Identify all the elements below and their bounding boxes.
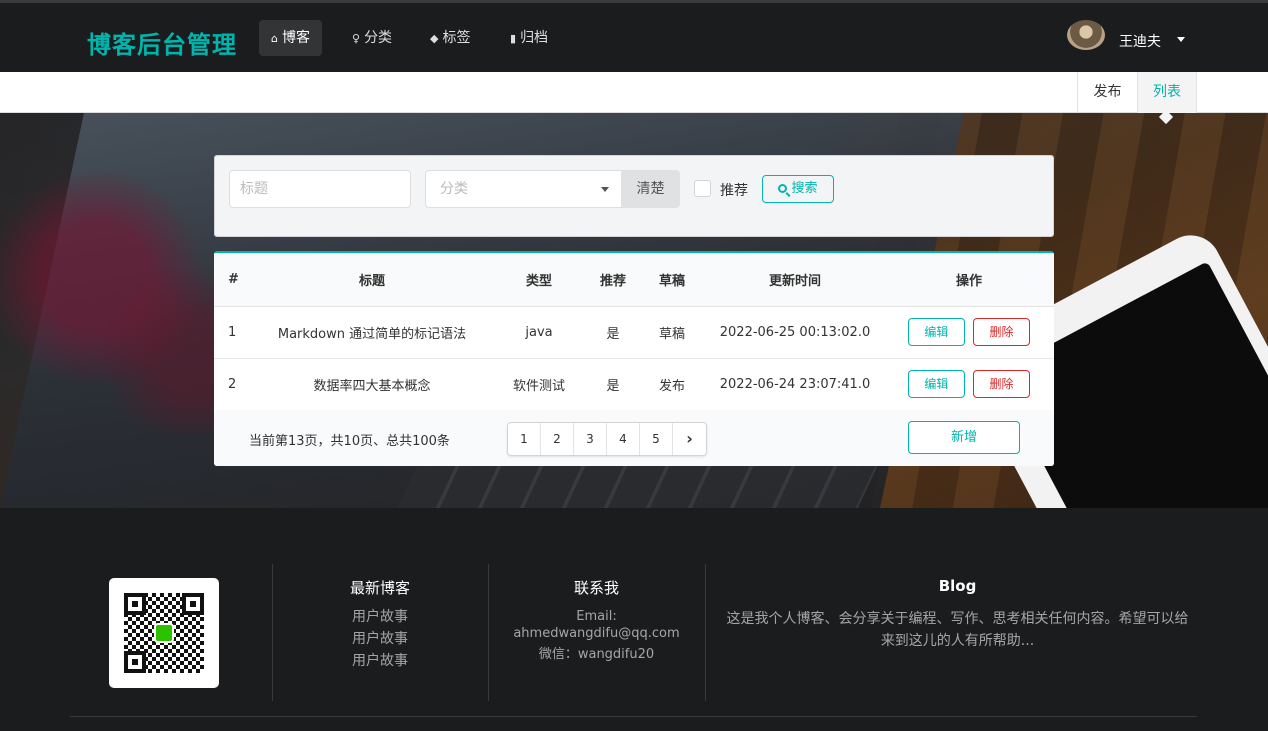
nav-item-tags[interactable]: ◆ 标签 xyxy=(418,20,482,56)
page-5-button[interactable]: 5 xyxy=(640,423,673,455)
cell-title: 数据率四大基本概念 xyxy=(254,358,490,411)
cell-recommend: 是 xyxy=(588,358,638,411)
latest-blog-item[interactable]: 用户故事 xyxy=(272,628,488,650)
dropdown-icon xyxy=(601,187,609,192)
add-blog-button[interactable]: 新增 xyxy=(908,421,1020,454)
idea-icon: ♀ xyxy=(352,32,361,45)
caret-down-icon xyxy=(1177,37,1185,42)
wechat-logo-icon xyxy=(154,623,174,643)
nav-item-archive[interactable]: ▮ 归档 xyxy=(498,20,560,56)
home-icon: ⌂ xyxy=(271,32,278,45)
nav-item-blog[interactable]: ⌂ 博客 xyxy=(259,20,322,56)
page-2-button[interactable]: 2 xyxy=(541,423,574,455)
user-name: 王迪夫 xyxy=(1119,34,1161,50)
col-header-title: 标题 xyxy=(254,253,490,307)
blog-heading: Blog xyxy=(938,577,977,595)
cell-actions: 编辑 删除 xyxy=(884,358,1054,411)
page-4-button[interactable]: 4 xyxy=(607,423,640,455)
cell-index: 2 xyxy=(214,358,254,411)
qr-finder xyxy=(182,593,204,615)
wechat-qr-code xyxy=(109,578,219,688)
delete-button[interactable]: 删除 xyxy=(973,370,1031,398)
col-header-recommend: 推荐 xyxy=(588,253,638,307)
page-3-button[interactable]: 3 xyxy=(574,423,607,455)
clear-button[interactable]: 清楚 xyxy=(621,170,680,208)
category-select[interactable]: 分类 xyxy=(425,170,621,208)
cell-draft: 发布 xyxy=(638,358,706,411)
latest-blog-item[interactable]: 用户故事 xyxy=(272,606,488,628)
latest-blog-heading: 最新博客 xyxy=(349,579,410,597)
search-button[interactable]: 搜索 xyxy=(762,175,834,203)
delete-button[interactable]: 删除 xyxy=(973,318,1031,346)
table-footer: 当前第13页，共10页、总共100条 1 2 3 4 5 › 新增 xyxy=(214,410,1054,466)
latest-blog-item[interactable]: 用户故事 xyxy=(272,650,488,672)
sub-menu: 发布 列表 xyxy=(0,72,1268,113)
edit-button[interactable]: 编辑 xyxy=(907,370,965,398)
file-icon: ▮ xyxy=(510,32,517,45)
col-header-draft: 草稿 xyxy=(638,253,706,307)
page-footer: 最新博客 用户故事 用户故事 用户故事 联系我 Email: ahmedwang… xyxy=(0,508,1268,731)
brand-title: 博客后台管理 xyxy=(87,31,237,59)
cell-draft: 草稿 xyxy=(638,306,706,359)
title-search-input[interactable] xyxy=(229,170,411,208)
avatar xyxy=(1067,20,1105,50)
col-header-type: 类型 xyxy=(490,253,588,307)
cell-updated: 2022-06-24 23:07:41.0 xyxy=(706,358,884,411)
email-address: ahmedwangdifu@qq.com xyxy=(513,626,680,641)
nav-item-category[interactable]: ♀ 分类 xyxy=(340,20,404,56)
qr-finder xyxy=(124,593,146,615)
search-icon xyxy=(778,184,788,193)
blog-table-panel: # 标题 类型 推荐 草稿 更新时间 操作 1 Markdown 通过简单的标记… xyxy=(214,251,1054,466)
cell-type: 软件测试 xyxy=(490,358,588,411)
footer-bottom-divider xyxy=(70,716,1197,717)
tab-list[interactable]: 列表 xyxy=(1137,72,1197,113)
col-header-updated: 更新时间 xyxy=(706,253,884,307)
qr-finder xyxy=(124,651,146,673)
cell-recommend: 是 xyxy=(588,306,638,359)
recommend-label: 推荐 xyxy=(720,183,748,199)
tab-publish[interactable]: 发布 xyxy=(1077,72,1137,113)
recommend-checkbox[interactable] xyxy=(694,180,711,197)
tags-icon: ◆ xyxy=(430,32,439,45)
table-row: 2 数据率四大基本概念 软件测试 是 发布 2022-06-24 23:07:4… xyxy=(214,358,1054,411)
wechat-id: 微信：wangdifu20 xyxy=(538,647,655,662)
col-header-actions: 操作 xyxy=(884,253,1054,307)
pagination: 1 2 3 4 5 › xyxy=(507,422,707,456)
category-select-placeholder: 分类 xyxy=(440,181,468,197)
cell-actions: 编辑 删除 xyxy=(884,306,1054,359)
cell-index: 1 xyxy=(214,306,254,359)
cell-updated: 2022-06-25 00:13:02.0 xyxy=(706,306,884,359)
edit-button[interactable]: 编辑 xyxy=(907,318,965,346)
next-page-icon[interactable]: › xyxy=(673,423,706,455)
table-row: 1 Markdown 通过简单的标记语法 java 是 草稿 2022-06-2… xyxy=(214,306,1054,359)
cell-type: java xyxy=(490,306,588,359)
top-nav: 博客后台管理 ⌂ 博客 ♀ 分类 ◆ 标签 ▮ 归档 王迪夫 xyxy=(0,0,1268,72)
cell-title: Markdown 通过简单的标记语法 xyxy=(254,306,490,359)
blog-description: 这是我个人博客、会分享关于编程、写作、思考相关任何内容。希望可以给来到这儿的人有… xyxy=(726,611,1189,649)
contact-heading: 联系我 xyxy=(573,579,619,597)
blog-table: # 标题 类型 推荐 草稿 更新时间 操作 1 Markdown 通过简单的标记… xyxy=(214,253,1054,411)
col-header-index: # xyxy=(214,253,254,307)
page-1-button[interactable]: 1 xyxy=(508,423,541,455)
search-panel: 分类 清楚 推荐 搜索 xyxy=(214,155,1054,237)
page-info: 当前第13页，共10页、总共100条 xyxy=(249,434,450,449)
table-header-row: # 标题 类型 推荐 草稿 更新时间 操作 xyxy=(214,253,1054,307)
